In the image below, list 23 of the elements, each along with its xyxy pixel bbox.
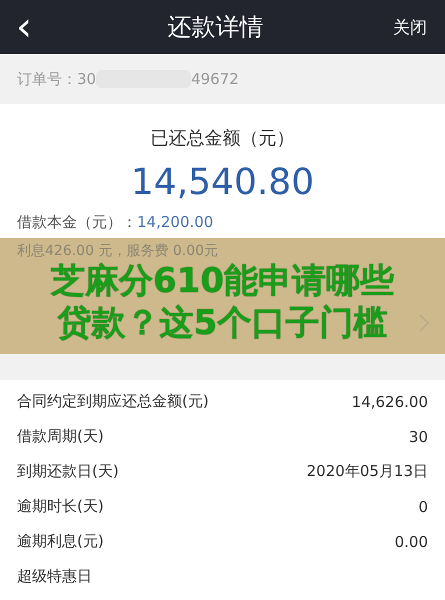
summary-title: 已还总金额（元） <box>150 127 294 150</box>
back-button[interactable]: ‹ <box>10 7 38 47</box>
detail-label: 借款周期(天) <box>17 427 104 446</box>
close-button[interactable]: 关闭 <box>393 16 427 38</box>
order-number: 订单号：30 <box>17 70 96 88</box>
detail-label: 到期还款日(天) <box>17 462 119 481</box>
detail-value: 30 <box>408 428 428 446</box>
detail-label: 逾期时长(天) <box>17 497 104 516</box>
detail-label: 合同约定到期应还总金额(元) <box>17 392 209 411</box>
principal-value: 14,200.00 <box>137 213 214 231</box>
detail-value: 2020年05月13日 <box>306 462 428 481</box>
detail-label: 超级特惠日 <box>17 567 92 586</box>
detail-label: 逾期利息(元) <box>17 532 104 551</box>
detail-value: 0 <box>418 498 428 516</box>
principal-label: 借款本金（元）： <box>17 213 137 231</box>
banner-headline: 芝麻分610能申请哪些 <box>51 260 394 302</box>
fee-line: 利息426.00 元，服务费 0.00元 <box>17 242 218 260</box>
total-amount: 14,540.80 <box>130 162 314 203</box>
banner-headline: 贷款？这5个口子门槛 <box>58 302 388 344</box>
detail-value: 14,626.00 <box>352 392 428 410</box>
page-title: 还款详情 <box>168 12 264 43</box>
detail-value: 0.00 <box>394 532 428 550</box>
order-number-end: 49672 <box>191 70 239 88</box>
